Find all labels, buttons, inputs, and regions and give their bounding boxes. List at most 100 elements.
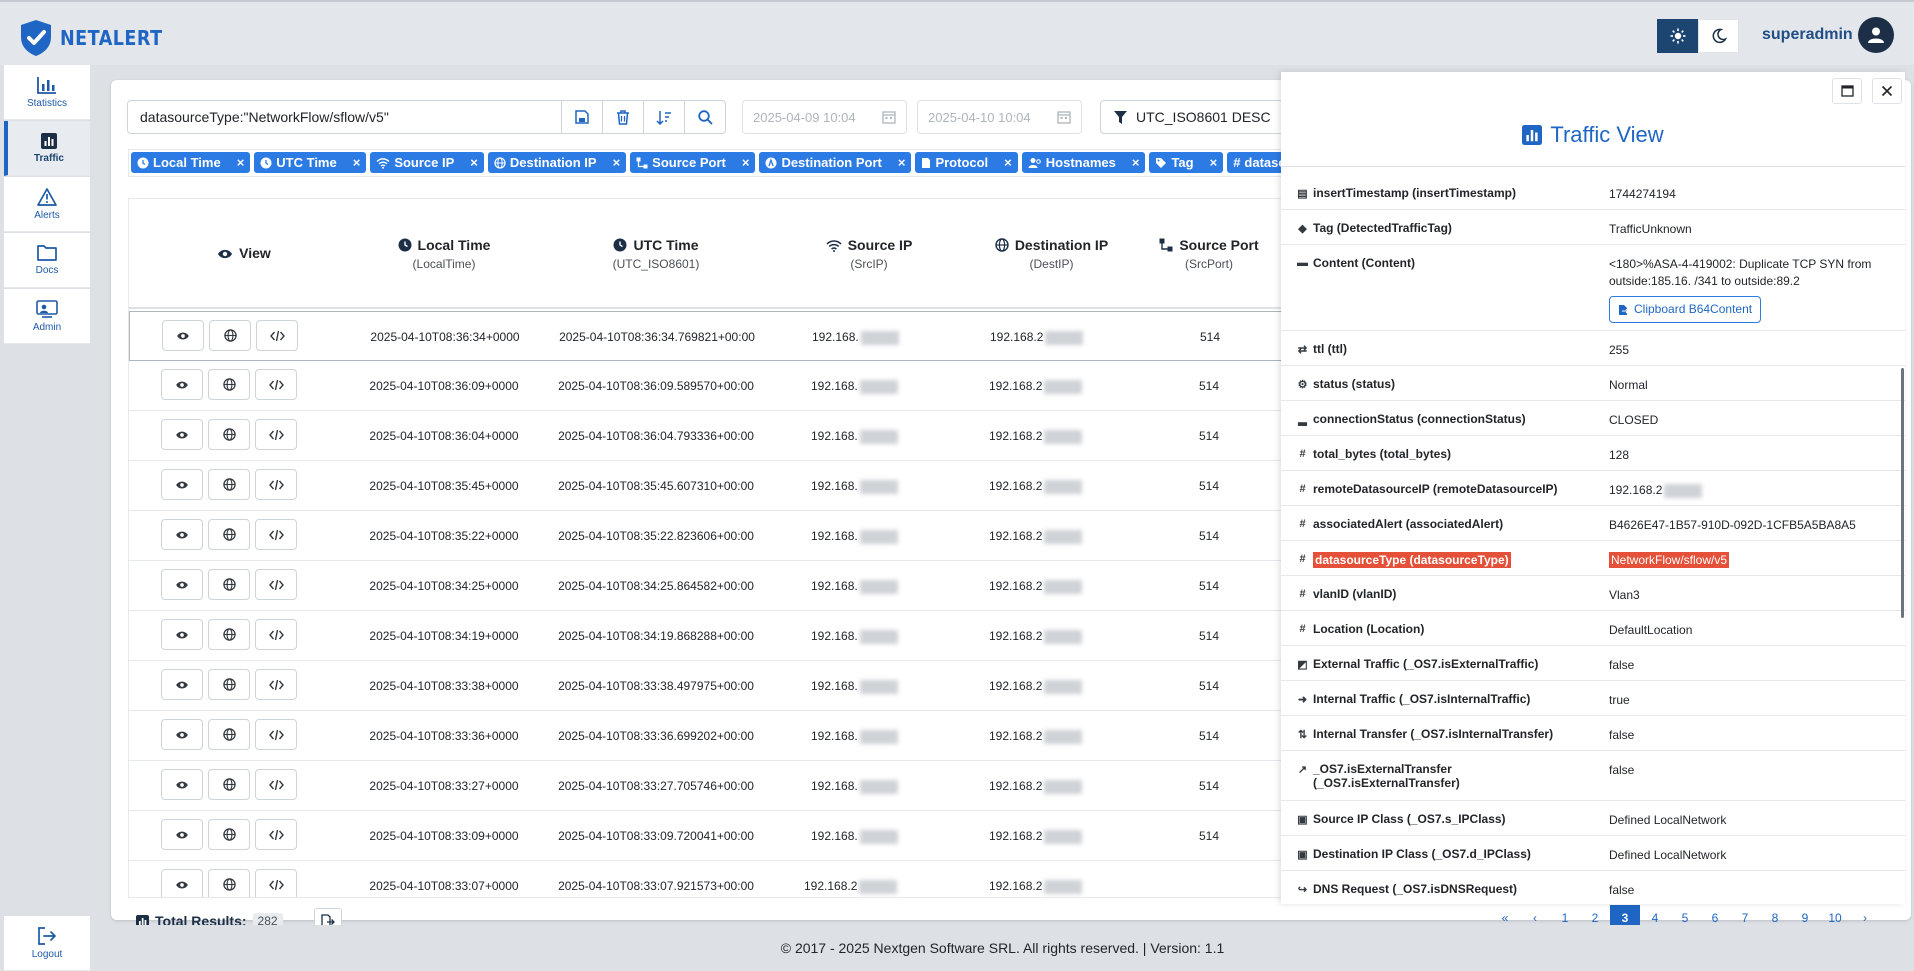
raw-source-button[interactable] — [255, 469, 297, 500]
field-value: false — [1609, 763, 1635, 777]
view-row-button[interactable] — [161, 369, 203, 400]
delete-query-button[interactable] — [602, 100, 644, 134]
close-icon[interactable]: × — [742, 155, 750, 170]
raw-source-button[interactable] — [255, 869, 297, 897]
column-utc-time[interactable]: UTC Time (UTC_ISO8601) — [541, 237, 771, 271]
chip-hostnames[interactable]: Hostnames × — [1021, 152, 1146, 173]
panel-scrollbar[interactable] — [1901, 368, 1904, 618]
sidebar-item-traffic[interactable]: Traffic — [4, 121, 90, 176]
geo-lookup-button[interactable] — [208, 369, 250, 400]
sidebar-item-admin[interactable]: Admin — [4, 289, 90, 344]
table-row[interactable]: 2025-04-10T08:36:04+0000 2025-04-10T08:36… — [129, 411, 1282, 461]
table-row[interactable]: 2025-04-10T08:36:34+0000 2025-04-10T08:36… — [129, 311, 1282, 361]
chip-destination-ip[interactable]: Destination IP × — [487, 152, 627, 173]
geo-lookup-button[interactable] — [208, 569, 250, 600]
column-local-time[interactable]: Local Time (LocalTime) — [344, 237, 544, 271]
view-row-button[interactable] — [161, 519, 203, 550]
view-row-button[interactable] — [161, 869, 203, 897]
chip-destination-port[interactable]: Destination Port × — [759, 152, 912, 173]
column-view[interactable]: View — [189, 245, 299, 261]
light-theme-button[interactable] — [1657, 19, 1698, 53]
geo-lookup-button[interactable] — [208, 619, 250, 650]
view-row-button[interactable] — [161, 469, 203, 500]
close-panel-button[interactable] — [1872, 78, 1902, 104]
column-destination-ip[interactable]: Destination IP (DestIP) — [964, 237, 1139, 271]
table-row[interactable]: 2025-04-10T08:34:25+0000 2025-04-10T08:34… — [129, 561, 1282, 611]
view-row-button[interactable] — [161, 569, 203, 600]
table-row[interactable]: 2025-04-10T08:36:09+0000 2025-04-10T08:36… — [129, 361, 1282, 411]
username[interactable]: superadmin — [1762, 26, 1853, 44]
user-avatar[interactable] — [1858, 17, 1894, 53]
search-button[interactable] — [684, 100, 726, 134]
close-icon[interactable]: × — [898, 155, 906, 170]
column-source-port[interactable]: Source Port (SrcPort) — [1139, 237, 1279, 271]
geo-lookup-button[interactable] — [208, 519, 250, 550]
raw-source-button[interactable] — [255, 519, 297, 550]
sort-select[interactable]: UTC_ISO8601 DESC — [1100, 100, 1290, 134]
save-query-button[interactable] — [561, 100, 603, 134]
theme-toggle[interactable] — [1657, 19, 1739, 53]
sort-order-button[interactable] — [643, 100, 685, 134]
view-row-button[interactable] — [161, 419, 203, 450]
chip-source-ip[interactable]: Source IP × — [370, 152, 484, 173]
raw-source-button[interactable] — [255, 419, 297, 450]
cell-utc-time: 2025-04-10T08:33:36.699202+00:00 — [558, 729, 754, 743]
close-icon[interactable]: × — [237, 155, 245, 170]
chip-source-port[interactable]: Source Port × — [630, 152, 756, 173]
column-source-ip[interactable]: Source IP (SrcIP) — [794, 237, 944, 271]
table-row[interactable]: 2025-04-10T08:35:22+0000 2025-04-10T08:35… — [129, 511, 1282, 561]
clipboard-b64-button[interactable]: Clipboard B64Content — [1609, 296, 1762, 323]
raw-source-button[interactable] — [255, 719, 297, 750]
geo-lookup-button[interactable] — [208, 719, 250, 750]
geo-lookup-button[interactable] — [208, 469, 250, 500]
column-label: View — [239, 245, 271, 261]
raw-source-button[interactable] — [255, 769, 297, 800]
close-icon[interactable]: × — [470, 155, 478, 170]
sidebar-item-statistics[interactable]: Statistics — [4, 65, 90, 120]
raw-source-button[interactable] — [255, 569, 297, 600]
geo-lookup-button[interactable] — [208, 819, 250, 850]
close-icon[interactable]: × — [1004, 155, 1012, 170]
chip-local-time[interactable]: Local Time × — [131, 152, 251, 173]
chip-utc-time[interactable]: UTC Time × — [254, 152, 367, 173]
geo-lookup-button[interactable] — [208, 869, 250, 897]
chip-tag[interactable]: Tag × — [1149, 152, 1224, 173]
geo-lookup-button[interactable] — [209, 320, 251, 351]
raw-source-button[interactable] — [255, 619, 297, 650]
dark-theme-button[interactable] — [1698, 19, 1739, 53]
table-row[interactable]: 2025-04-10T08:33:36+0000 2025-04-10T08:33… — [129, 711, 1282, 761]
geo-lookup-button[interactable] — [208, 769, 250, 800]
geo-lookup-button[interactable] — [208, 669, 250, 700]
view-row-button[interactable] — [161, 769, 203, 800]
table-row[interactable]: 2025-04-10T08:33:27+0000 2025-04-10T08:33… — [129, 761, 1282, 811]
date-to-input[interactable]: 2025-04-10 10:04 — [917, 100, 1082, 134]
raw-source-button[interactable] — [255, 669, 297, 700]
geo-lookup-button[interactable] — [208, 419, 250, 450]
view-row-button[interactable] — [162, 320, 204, 351]
logout-button[interactable]: Logout — [4, 916, 90, 971]
close-icon[interactable]: × — [1210, 155, 1218, 170]
close-icon[interactable]: × — [353, 155, 361, 170]
search-query-input[interactable]: datasourceType:"NetworkFlow/sflow/v5" — [127, 100, 562, 134]
close-icon[interactable]: × — [613, 155, 621, 170]
maximize-button[interactable] — [1832, 78, 1862, 104]
close-icon[interactable]: × — [1132, 155, 1140, 170]
chip-datasource[interactable]: # dataso — [1227, 152, 1282, 173]
table-row[interactable]: 2025-04-10T08:35:45+0000 2025-04-10T08:35… — [129, 461, 1282, 511]
sidebar-item-alerts[interactable]: Alerts — [4, 177, 90, 232]
table-row[interactable]: 2025-04-10T08:34:19+0000 2025-04-10T08:34… — [129, 611, 1282, 661]
view-row-button[interactable] — [161, 619, 203, 650]
table-row[interactable]: 2025-04-10T08:33:38+0000 2025-04-10T08:33… — [129, 661, 1282, 711]
view-row-button[interactable] — [161, 669, 203, 700]
raw-source-button[interactable] — [256, 320, 298, 351]
chip-protocol[interactable]: Protocol × — [915, 152, 1018, 173]
view-row-button[interactable] — [161, 819, 203, 850]
brand-logo[interactable]: NETALERT — [18, 18, 177, 58]
date-from-input[interactable]: 2025-04-09 10:04 — [742, 100, 907, 134]
sidebar-item-docs[interactable]: Docs — [4, 233, 90, 288]
table-row[interactable]: 2025-04-10T08:33:07+0000 2025-04-10T08:33… — [129, 861, 1282, 897]
raw-source-button[interactable] — [255, 369, 297, 400]
table-row[interactable]: 2025-04-10T08:33:09+0000 2025-04-10T08:33… — [129, 811, 1282, 861]
view-row-button[interactable] — [161, 719, 203, 750]
raw-source-button[interactable] — [255, 819, 297, 850]
